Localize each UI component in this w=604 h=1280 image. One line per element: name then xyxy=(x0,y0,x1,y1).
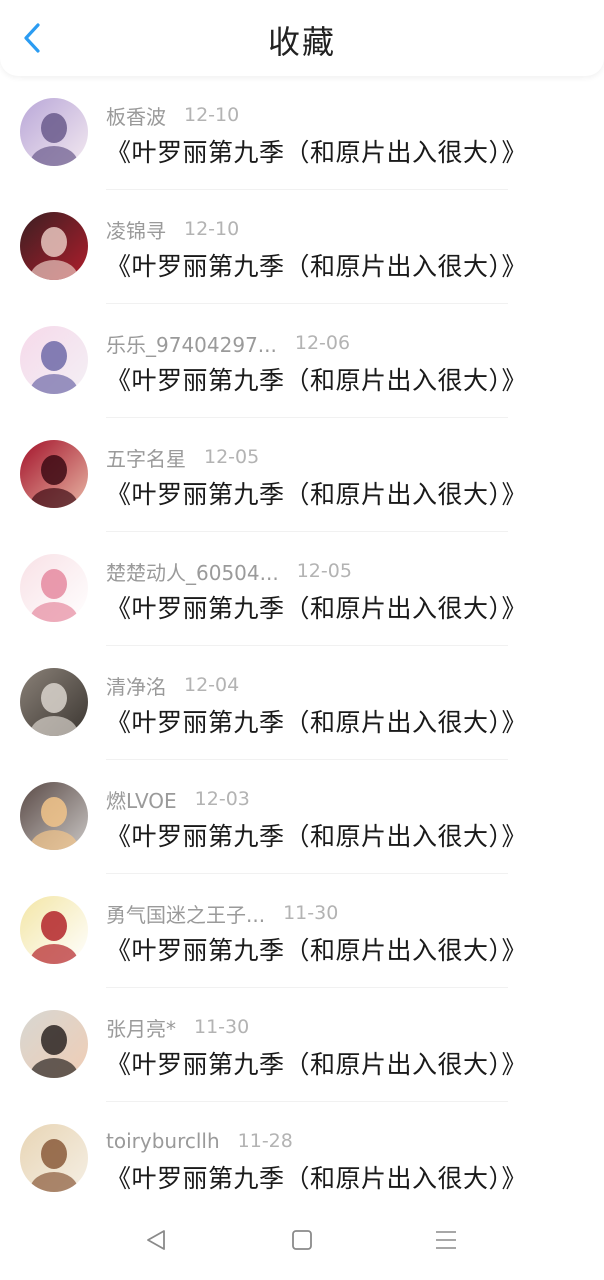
avatar-image xyxy=(20,668,88,736)
avatar-image xyxy=(20,1124,88,1192)
square-home-icon xyxy=(292,1230,312,1250)
username[interactable]: 乐乐_97404297... xyxy=(106,329,277,358)
username[interactable]: 勇气国迷之王子... xyxy=(106,899,265,928)
item-meta: 五字名星 12-05 xyxy=(106,442,259,472)
nav-home-button[interactable] xyxy=(282,1220,322,1260)
favorites-page: 收藏 板香波 12-10 《叶罗丽第九季（和原片出入很大）》 凌锦寻 12-10 《叶罗丽… xyxy=(0,0,604,1280)
username[interactable]: 板香波 xyxy=(106,101,166,130)
avatar-image xyxy=(20,440,88,508)
list-item[interactable]: 凌锦寻 12-10 《叶罗丽第九季（和原片出入很大）》 xyxy=(0,190,604,304)
avatar[interactable] xyxy=(20,326,88,394)
page-title: 收藏 xyxy=(267,23,336,61)
system-nav-bar xyxy=(0,1200,604,1280)
username[interactable]: 张月亮* xyxy=(106,1013,176,1042)
item-meta: 板香波 12-10 xyxy=(106,100,239,130)
avatar[interactable] xyxy=(20,896,88,964)
item-meta: toiryburcllh 11-28 xyxy=(106,1126,293,1156)
avatar-image xyxy=(20,98,88,166)
username[interactable]: 燃LVOE xyxy=(106,785,177,814)
post-title[interactable]: 《叶罗丽第九季（和原片出入很大）》 xyxy=(106,1046,527,1084)
avatar[interactable] xyxy=(20,554,88,622)
avatar-image xyxy=(20,782,88,850)
item-meta: 清净洺 12-04 xyxy=(106,670,239,700)
list-item[interactable]: 勇气国迷之王子... 11-30 《叶罗丽第九季（和原片出入很大）》 xyxy=(0,874,604,988)
username[interactable]: 楚楚动人_60504... xyxy=(106,557,279,586)
list-item[interactable]: 楚楚动人_60504... 12-05 《叶罗丽第九季（和原片出入很大）》 xyxy=(0,532,604,646)
triangle-back-icon xyxy=(147,1230,165,1250)
avatar[interactable] xyxy=(20,668,88,736)
item-meta: 勇气国迷之王子... 11-30 xyxy=(106,898,338,928)
post-title[interactable]: 《叶罗丽第九季（和原片出入很大）》 xyxy=(106,476,527,514)
avatar-image xyxy=(20,1010,88,1078)
date-label: 12-03 xyxy=(194,788,250,810)
nav-back-button[interactable] xyxy=(136,1220,176,1260)
avatar[interactable] xyxy=(20,782,88,850)
favorites-list: 板香波 12-10 《叶罗丽第九季（和原片出入很大）》 凌锦寻 12-10 《叶罗丽第九季… xyxy=(0,76,604,1216)
menu-lines-icon xyxy=(436,1231,456,1249)
avatar-image xyxy=(20,212,88,280)
username[interactable]: 凌锦寻 xyxy=(106,215,166,244)
list-item[interactable]: toiryburcllh 11-28 《叶罗丽第九季（和原片出入很大）》 xyxy=(0,1102,604,1216)
item-meta: 燃LVOE 12-03 xyxy=(106,784,250,814)
avatar[interactable] xyxy=(20,212,88,280)
date-label: 12-10 xyxy=(184,104,240,126)
item-meta: 楚楚动人_60504... 12-05 xyxy=(106,556,352,586)
list-item[interactable]: 乐乐_97404297... 12-06 《叶罗丽第九季（和原片出入很大）》 xyxy=(0,304,604,418)
avatar[interactable] xyxy=(20,1124,88,1192)
list-item[interactable]: 燃LVOE 12-03 《叶罗丽第九季（和原片出入很大）》 xyxy=(0,760,604,874)
username[interactable]: 清净洺 xyxy=(106,671,166,700)
date-label: 11-28 xyxy=(237,1130,293,1152)
avatar[interactable] xyxy=(20,98,88,166)
date-label: 11-30 xyxy=(194,1016,250,1038)
list-item[interactable]: 张月亮* 11-30 《叶罗丽第九季（和原片出入很大）》 xyxy=(0,988,604,1102)
list-item[interactable]: 清净洺 12-04 《叶罗丽第九季（和原片出入很大）》 xyxy=(0,646,604,760)
username[interactable]: toiryburcllh xyxy=(106,1129,220,1153)
nav-menu-button[interactable] xyxy=(426,1220,466,1260)
list-item[interactable]: 板香波 12-10 《叶罗丽第九季（和原片出入很大）》 xyxy=(0,76,604,190)
item-meta: 乐乐_97404297... 12-06 xyxy=(106,328,350,358)
date-label: 11-30 xyxy=(283,902,339,924)
avatar[interactable] xyxy=(20,1010,88,1078)
post-title[interactable]: 《叶罗丽第九季（和原片出入很大）》 xyxy=(106,248,527,286)
post-title[interactable]: 《叶罗丽第九季（和原片出入很大）》 xyxy=(106,818,527,856)
avatar[interactable] xyxy=(20,440,88,508)
post-title[interactable]: 《叶罗丽第九季（和原片出入很大）》 xyxy=(106,704,527,742)
top-bar: 收藏 xyxy=(0,0,604,76)
date-label: 12-04 xyxy=(184,674,240,696)
item-meta: 凌锦寻 12-10 xyxy=(106,214,239,244)
avatar-image xyxy=(20,326,88,394)
date-label: 12-10 xyxy=(184,218,240,240)
post-title[interactable]: 《叶罗丽第九季（和原片出入很大）》 xyxy=(106,1160,527,1198)
date-label: 12-06 xyxy=(294,332,351,354)
post-title[interactable]: 《叶罗丽第九季（和原片出入很大）》 xyxy=(106,134,527,172)
avatar-image xyxy=(20,896,88,964)
post-title[interactable]: 《叶罗丽第九季（和原片出入很大）》 xyxy=(106,362,527,400)
list-item[interactable]: 五字名星 12-05 《叶罗丽第九季（和原片出入很大）》 xyxy=(0,418,604,532)
post-title[interactable]: 《叶罗丽第九季（和原片出入很大）》 xyxy=(106,590,527,628)
username[interactable]: 五字名星 xyxy=(106,443,186,472)
post-title[interactable]: 《叶罗丽第九季（和原片出入很大）》 xyxy=(106,932,527,970)
date-label: 12-05 xyxy=(296,560,352,582)
item-meta: 张月亮* 11-30 xyxy=(106,1012,249,1042)
date-label: 12-05 xyxy=(204,446,260,468)
avatar-image xyxy=(20,554,88,622)
